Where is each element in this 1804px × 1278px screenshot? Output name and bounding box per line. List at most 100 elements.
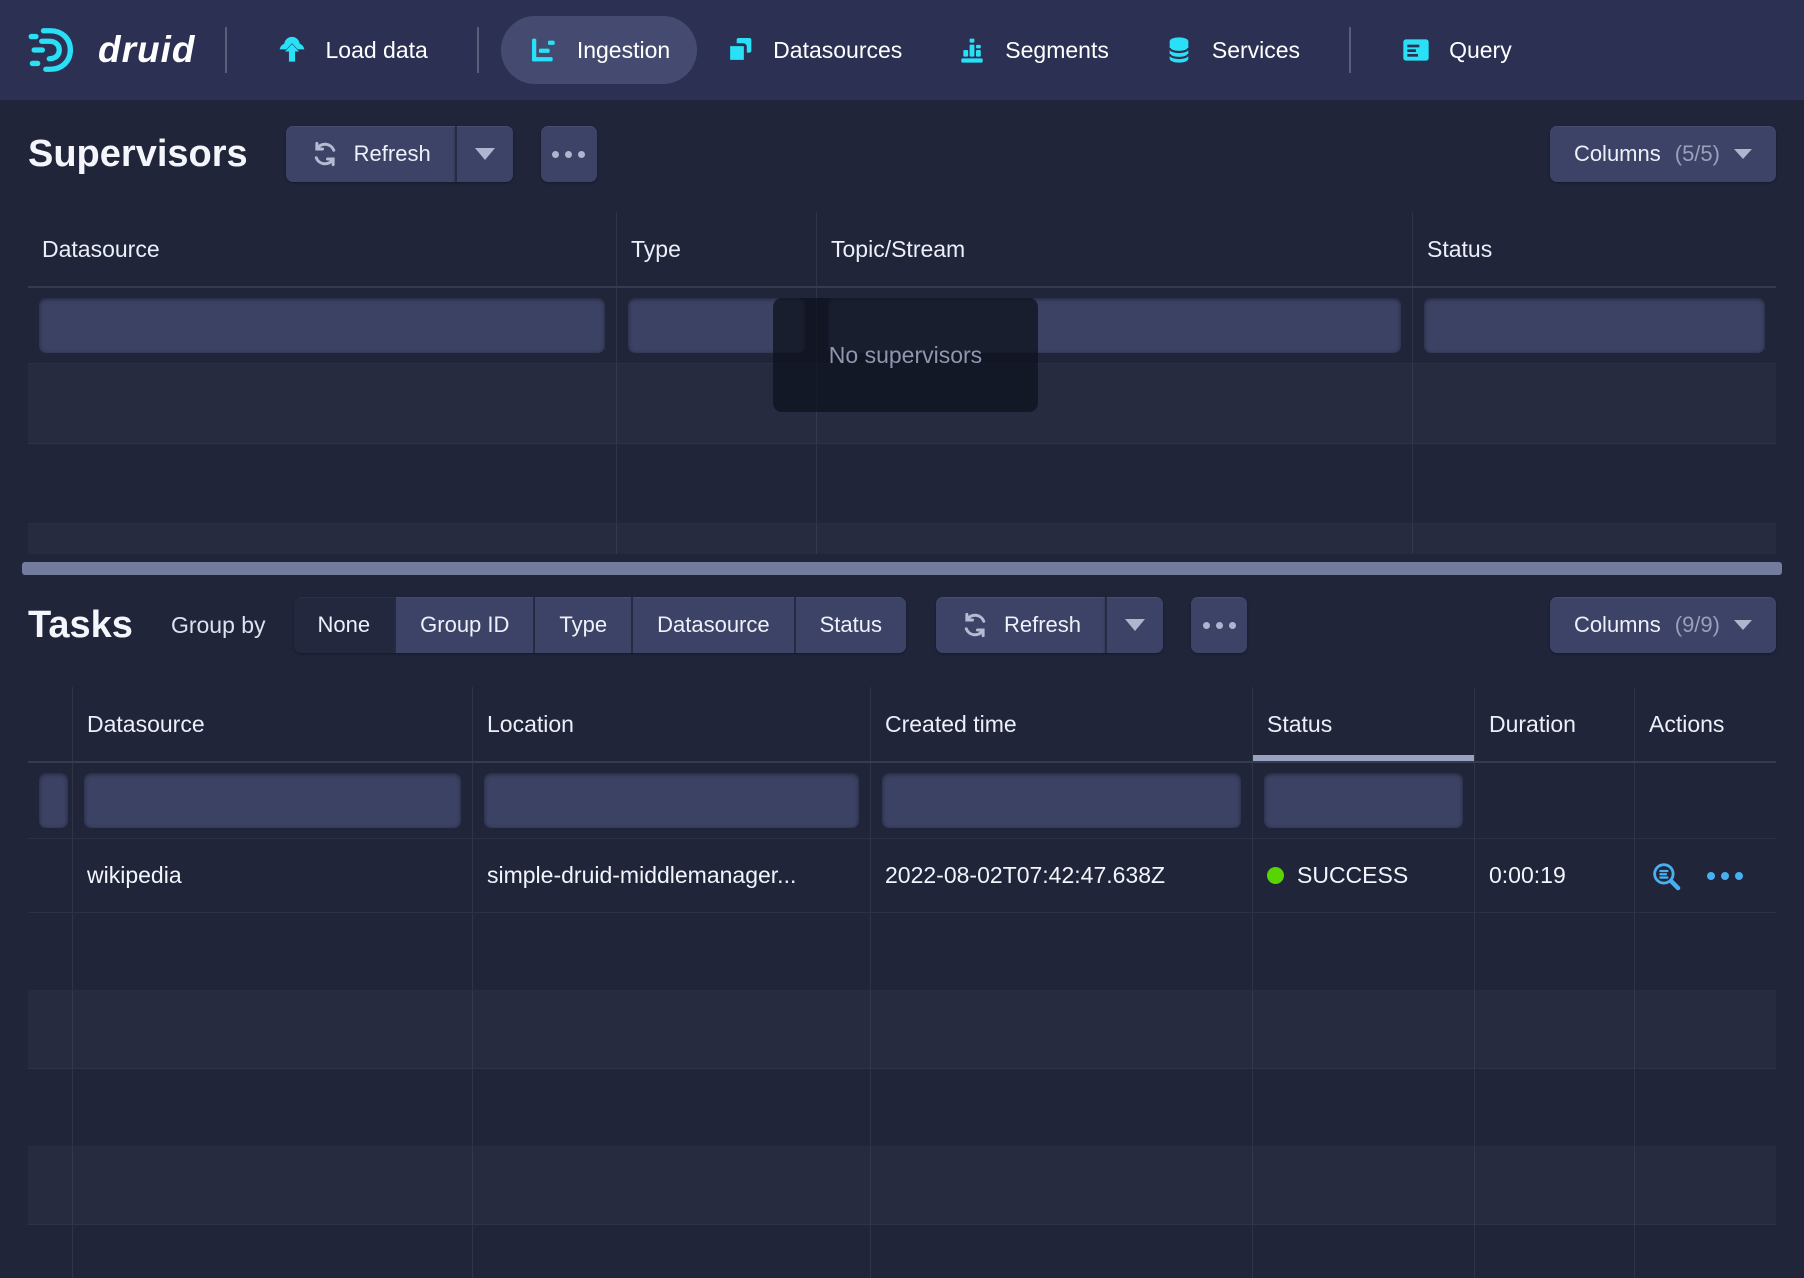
columns-button-label: Columns <box>1574 612 1661 638</box>
chevron-down-icon <box>1734 620 1752 630</box>
empty-row <box>28 913 1776 991</box>
supervisors-table: Datasource Type Topic/Stream Status No s… <box>28 212 1776 554</box>
task-more-actions-icon[interactable] <box>1707 872 1743 880</box>
group-by-label: Group by <box>171 612 266 639</box>
brand-wordmark: druid <box>98 29 195 71</box>
refresh-icon <box>960 610 990 640</box>
upload-icon <box>276 34 308 66</box>
segments-icon <box>956 34 988 66</box>
nav-item-datasources[interactable]: Datasources <box>697 16 929 84</box>
column-header-status-sorted[interactable]: Status <box>1252 687 1474 761</box>
tasks-toolbar: Tasks Group by None Group ID Type Dataso… <box>0 597 1804 653</box>
datasources-icon <box>724 34 756 66</box>
empty-row <box>28 444 1776 524</box>
tasks-table: Datasource Location Created time Status … <box>28 687 1776 1278</box>
chevron-down-icon <box>1734 149 1752 159</box>
filter-input-narrow[interactable] <box>39 773 68 828</box>
supervisors-refresh-dropdown-button[interactable] <box>455 126 513 182</box>
query-icon <box>1400 34 1432 66</box>
columns-button-count: (9/9) <box>1675 612 1720 638</box>
columns-button-label: Columns <box>1574 141 1661 167</box>
success-status-dot <box>1267 867 1284 884</box>
tasks-columns-button[interactable]: Columns (9/9) <box>1550 597 1776 653</box>
empty-row <box>28 1225 1776 1278</box>
nav-item-label: Services <box>1212 37 1300 64</box>
group-by-type-button[interactable]: Type <box>533 597 631 653</box>
supervisors-refresh-split: Refresh <box>286 126 513 182</box>
empty-row <box>28 524 1776 554</box>
more-icon <box>552 151 585 158</box>
group-by-segmented-control: None Group ID Type Datasource Status <box>294 597 906 653</box>
task-detail-search-icon[interactable] <box>1649 859 1683 893</box>
no-supervisors-message: No supervisors <box>773 298 1038 412</box>
status-badge: SUCCESS <box>1297 862 1408 889</box>
supervisors-title: Supervisors <box>28 133 248 176</box>
column-header-datasource[interactable]: Datasource <box>28 212 616 286</box>
filter-input-created-time[interactable] <box>882 773 1241 828</box>
task-created-time-cell: 2022-08-02T07:42:47.638Z <box>870 839 1252 912</box>
nav-item-segments[interactable]: Segments <box>929 16 1136 84</box>
group-by-group-id-button[interactable]: Group ID <box>394 597 533 653</box>
filter-input-datasource[interactable] <box>84 773 461 828</box>
filter-input-datasource[interactable] <box>39 298 605 353</box>
column-header-status[interactable]: Status <box>1412 212 1776 286</box>
empty-row <box>28 1069 1776 1147</box>
column-header-duration[interactable]: Duration <box>1474 687 1634 761</box>
tasks-title: Tasks <box>28 604 133 647</box>
services-icon <box>1163 34 1195 66</box>
nav-item-label: Segments <box>1005 37 1109 64</box>
nav-item-query[interactable]: Query <box>1373 16 1539 84</box>
top-nav: druid Load data Ingestion <box>0 0 1804 100</box>
filter-input-status[interactable] <box>1424 298 1765 353</box>
nav-item-label: Query <box>1449 37 1512 64</box>
task-datasource-cell: wikipedia <box>72 839 472 912</box>
task-location-cell: simple-druid-middlemanager... <box>472 839 870 912</box>
nav-item-services[interactable]: Services <box>1136 16 1327 84</box>
nav-item-label: Load data <box>325 37 427 64</box>
tasks-table-header: Datasource Location Created time Status … <box>28 687 1776 763</box>
filter-input-location[interactable] <box>484 773 859 828</box>
empty-row <box>28 991 1776 1069</box>
nav-divider <box>1349 27 1351 73</box>
tasks-more-button[interactable] <box>1191 597 1247 653</box>
nav-item-ingestion[interactable]: Ingestion <box>501 16 697 84</box>
refresh-icon <box>310 139 340 169</box>
column-header-location[interactable]: Location <box>472 687 870 761</box>
chevron-down-icon <box>1125 619 1145 631</box>
chevron-down-icon <box>475 148 495 160</box>
more-icon <box>1203 622 1236 629</box>
group-by-none-button[interactable]: None <box>294 597 395 653</box>
nav-item-label: Datasources <box>773 37 902 64</box>
druid-console: { "colors": { "accent": "#29e0f7", "succ… <box>0 0 1804 1278</box>
column-header-topic-stream[interactable]: Topic/Stream <box>816 212 1412 286</box>
column-header-actions[interactable]: Actions <box>1634 687 1776 761</box>
column-header-datasource[interactable]: Datasource <box>72 687 472 761</box>
tasks-filter-row <box>28 763 1776 839</box>
tasks-refresh-split: Refresh <box>936 597 1163 653</box>
group-by-status-button[interactable]: Status <box>794 597 906 653</box>
tasks-refresh-button[interactable]: Refresh <box>936 597 1105 653</box>
supervisors-refresh-button[interactable]: Refresh <box>286 126 455 182</box>
group-by-datasource-button[interactable]: Datasource <box>631 597 794 653</box>
nav-divider <box>225 27 227 73</box>
tasks-refresh-dropdown-button[interactable] <box>1105 597 1163 653</box>
filter-input-status[interactable] <box>1264 773 1463 828</box>
nav-divider <box>477 27 479 73</box>
ingestion-chart-icon <box>528 34 560 66</box>
column-header-created-time[interactable]: Created time <box>870 687 1252 761</box>
supervisors-toolbar: Supervisors Refresh Columns (5/5) <box>0 126 1804 182</box>
columns-button-count: (5/5) <box>1675 141 1720 167</box>
supervisors-columns-button[interactable]: Columns (5/5) <box>1550 126 1776 182</box>
task-row-wikipedia[interactable]: wikipedia simple-druid-middlemanager... … <box>28 839 1776 913</box>
task-actions-cell <box>1634 839 1776 912</box>
druid-logo[interactable]: druid <box>26 22 195 78</box>
refresh-button-label: Refresh <box>354 141 431 167</box>
nav-item-label: Ingestion <box>577 37 670 64</box>
column-header-type[interactable]: Type <box>616 212 816 286</box>
horizontal-scrollbar[interactable] <box>22 562 1782 575</box>
druid-logo-icon <box>26 22 82 78</box>
empty-row <box>28 1147 1776 1225</box>
nav-item-load-data[interactable]: Load data <box>249 16 454 84</box>
supervisors-more-button[interactable] <box>541 126 597 182</box>
column-header-spacer <box>28 687 72 761</box>
